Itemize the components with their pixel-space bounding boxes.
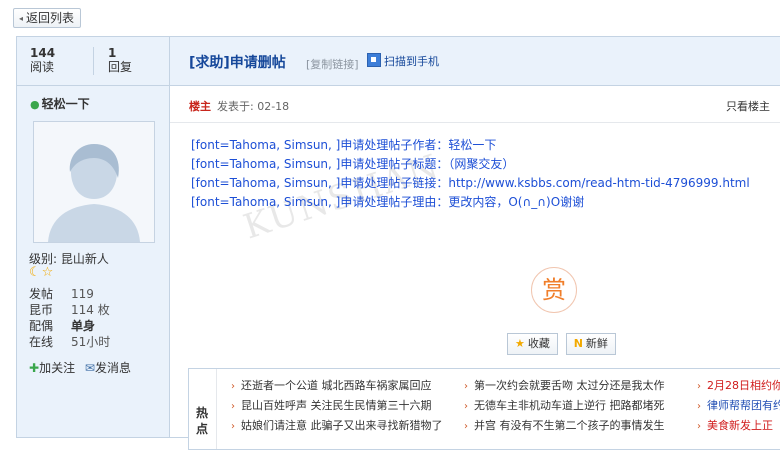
author-info-list: 发帖 119 昆币 114 枚 配偶 单身 在线 51小时 <box>29 286 110 350</box>
post-line: [font=Tahoma, Simsun, ]申请处理帖子链接：http://w… <box>191 176 750 190</box>
hot-topic-title: 律师帮帮团有约 <box>707 399 780 412</box>
post-main: [求助]申请删帖 [复制链接] 扫描到手机 楼主 发表于: 02-18 只看楼主 … <box>170 37 780 450</box>
author-name: 轻松一下 <box>41 97 90 111</box>
hot-topic-title: 昆山百姓呼声 关注民生民情第三十六期 <box>241 399 432 412</box>
author-name-link[interactable]: ● 轻松一下 <box>30 95 90 112</box>
hot-topic-title: 2月28日相约你 <box>707 379 780 392</box>
info-value: 单身 <box>71 319 96 333</box>
favorite-label: 收藏 <box>527 337 550 350</box>
info-key: 发帖 <box>29 287 54 301</box>
author-actions: ✚加关注 ✉发消息 <box>29 359 131 376</box>
hot-topics-box: 热点 › 还逝者一个公道 城北西路车祸家属回应 › 昆山百姓呼声 关注民生民情第三十… <box>188 368 780 450</box>
hot-column-2: › 第一次约会就要舌吻 太过分还是我太作 › 无德车主非机动车道上逆行 把路都堵死 … <box>464 376 665 436</box>
chevron-right-icon: › <box>464 421 468 432</box>
send-message-button[interactable]: ✉发消息 <box>85 361 131 375</box>
chevron-right-icon: › <box>464 401 468 412</box>
info-key: 配偶 <box>29 319 54 333</box>
post-meta: 楼主 发表于: 02-18 <box>189 98 289 114</box>
hot-topic-title: 第一次约会就要舌吻 太过分还是我太作 <box>474 379 665 392</box>
chevron-right-icon: › <box>231 421 235 432</box>
follow-button[interactable]: ✚加关注 <box>29 361 75 375</box>
send-message-label: 发消息 <box>94 361 131 375</box>
hot-topic-title: 姑娘们请注意 此骗子又出来寻找新猎物了 <box>241 419 443 432</box>
info-value: 51小时 <box>71 335 111 349</box>
avatar[interactable] <box>33 121 155 243</box>
hot-topic-link[interactable]: › 并宫 有没有不生第二个孩子的事情发生 <box>464 416 665 436</box>
hot-topic-link[interactable]: › 2月28日相约你 <box>697 376 780 396</box>
hot-topic-title: 还逝者一个公道 城北西路车祸家属回应 <box>241 379 432 392</box>
back-to-list-label: 返回列表 <box>26 11 75 25</box>
info-row-coins: 昆币 114 枚 <box>29 302 110 318</box>
reply-label: 回复 <box>108 60 133 74</box>
info-row-online: 在线 51小时 <box>29 334 110 350</box>
message-icon: ✉ <box>84 361 95 375</box>
info-row-spouse: 配偶 单身 <box>29 318 110 334</box>
level-moon-star-icon: ☾☆ <box>29 265 55 280</box>
chevron-right-icon: › <box>464 381 468 392</box>
scan-to-phone-link[interactable]: 扫描到手机 <box>367 53 439 69</box>
hot-column-3: › 2月28日相约你 › 律师帮帮团有约 › 美食新发上正 <box>697 376 780 436</box>
info-key: 在线 <box>29 335 54 349</box>
author-sidebar: 144 阅读 1 回复 ● 轻松一下 级别: 昆山新人 ☾☆ 发帖 119 昆币… <box>17 37 170 437</box>
post-divider <box>170 122 780 123</box>
only-op-link[interactable]: 只看楼主 <box>726 98 770 114</box>
read-count: 144 <box>30 46 56 60</box>
star-icon: ★ <box>515 337 525 350</box>
chevron-right-icon: › <box>697 421 701 432</box>
post-line: [font=Tahoma, Simsun, ]申请处理帖子标题：（网聚交友） <box>191 157 515 171</box>
back-to-list-button[interactable]: ◂ 返回列表 <box>13 8 82 28</box>
hot-topic-link[interactable]: › 昆山百姓呼声 关注民生民情第三十六期 <box>231 396 443 416</box>
qr-code-icon <box>367 53 381 67</box>
reply-count: 1 <box>108 46 117 60</box>
chevron-left-icon: ◂ <box>19 14 24 23</box>
hot-topic-link[interactable]: › 第一次约会就要舌吻 太过分还是我太作 <box>464 376 665 396</box>
hot-divider <box>216 369 217 449</box>
read-label: 阅读 <box>30 60 55 74</box>
plus-icon: ✚ <box>29 361 40 375</box>
copy-link-button[interactable]: [复制链接] <box>306 56 359 72</box>
post-content: [font=Tahoma, Simsun, ]申请处理帖子作者：轻松一下 [fo… <box>191 136 750 212</box>
chevron-right-icon: › <box>231 381 235 392</box>
thread-title-bar: [求助]申请删帖 [复制链接] 扫描到手机 <box>170 37 780 86</box>
info-row-posts: 发帖 119 <box>29 286 110 302</box>
hot-topic-link[interactable]: › 美食新发上正 <box>697 416 780 436</box>
hot-topic-title: 并宫 有没有不生第二个孩子的事情发生 <box>474 419 665 432</box>
fresh-icon: N <box>573 337 583 350</box>
post-date: 发表于: 02-18 <box>217 100 290 113</box>
fresh-button[interactable]: N 新鲜 <box>565 333 616 355</box>
user-icon: ● <box>30 98 40 111</box>
follow-label: 加关注 <box>39 361 76 375</box>
info-key: 昆币 <box>29 303 54 317</box>
reply-count-stat: 1 回复 <box>108 46 133 75</box>
reward-button[interactable]: 赏 <box>531 267 577 313</box>
hot-topic-link[interactable]: › 无德车主非机动车道上逆行 把路都堵死 <box>464 396 665 416</box>
default-avatar-silhouette <box>34 122 154 242</box>
stats-divider <box>93 47 94 75</box>
chevron-right-icon: › <box>697 381 701 392</box>
read-count-stat: 144 阅读 <box>30 46 56 75</box>
thread-frame: 144 阅读 1 回复 ● 轻松一下 级别: 昆山新人 ☾☆ 发帖 119 昆币… <box>16 36 780 450</box>
hot-topic-link[interactable]: › 律师帮帮团有约 <box>697 396 780 416</box>
hot-topic-title: 无德车主非机动车道上逆行 把路都堵死 <box>474 399 665 412</box>
info-value: 119 <box>71 287 94 301</box>
post-line: [font=Tahoma, Simsun, ]申请处理帖子作者：轻松一下 <box>191 138 497 152</box>
thread-stats: 144 阅读 1 回复 <box>17 37 169 86</box>
chevron-right-icon: › <box>697 401 701 412</box>
post-line: [font=Tahoma, Simsun, ]申请处理帖子理由：更改内容，O(∩… <box>191 195 585 209</box>
info-value: 114 枚 <box>71 303 110 317</box>
thread-title: [求助]申请删帖 <box>189 55 286 71</box>
hot-topic-link[interactable]: › 还逝者一个公道 城北西路车祸家属回应 <box>231 376 443 396</box>
op-badge: 楼主 <box>189 100 211 113</box>
post-action-bar: ★ 收藏 N 新鲜 <box>507 333 620 355</box>
favorite-button[interactable]: ★ 收藏 <box>507 333 558 355</box>
chevron-right-icon: › <box>231 401 235 412</box>
hot-topics-label: 热点 <box>196 406 209 436</box>
hot-column-1: › 还逝者一个公道 城北西路车祸家属回应 › 昆山百姓呼声 关注民生民情第三十六期 … <box>231 376 443 436</box>
hot-topic-title: 美食新发上正 <box>707 419 773 432</box>
fresh-label: 新鲜 <box>585 337 608 350</box>
scan-to-phone-label: 扫描到手机 <box>384 55 439 68</box>
hot-topic-link[interactable]: › 姑娘们请注意 此骗子又出来寻找新猎物了 <box>231 416 443 436</box>
